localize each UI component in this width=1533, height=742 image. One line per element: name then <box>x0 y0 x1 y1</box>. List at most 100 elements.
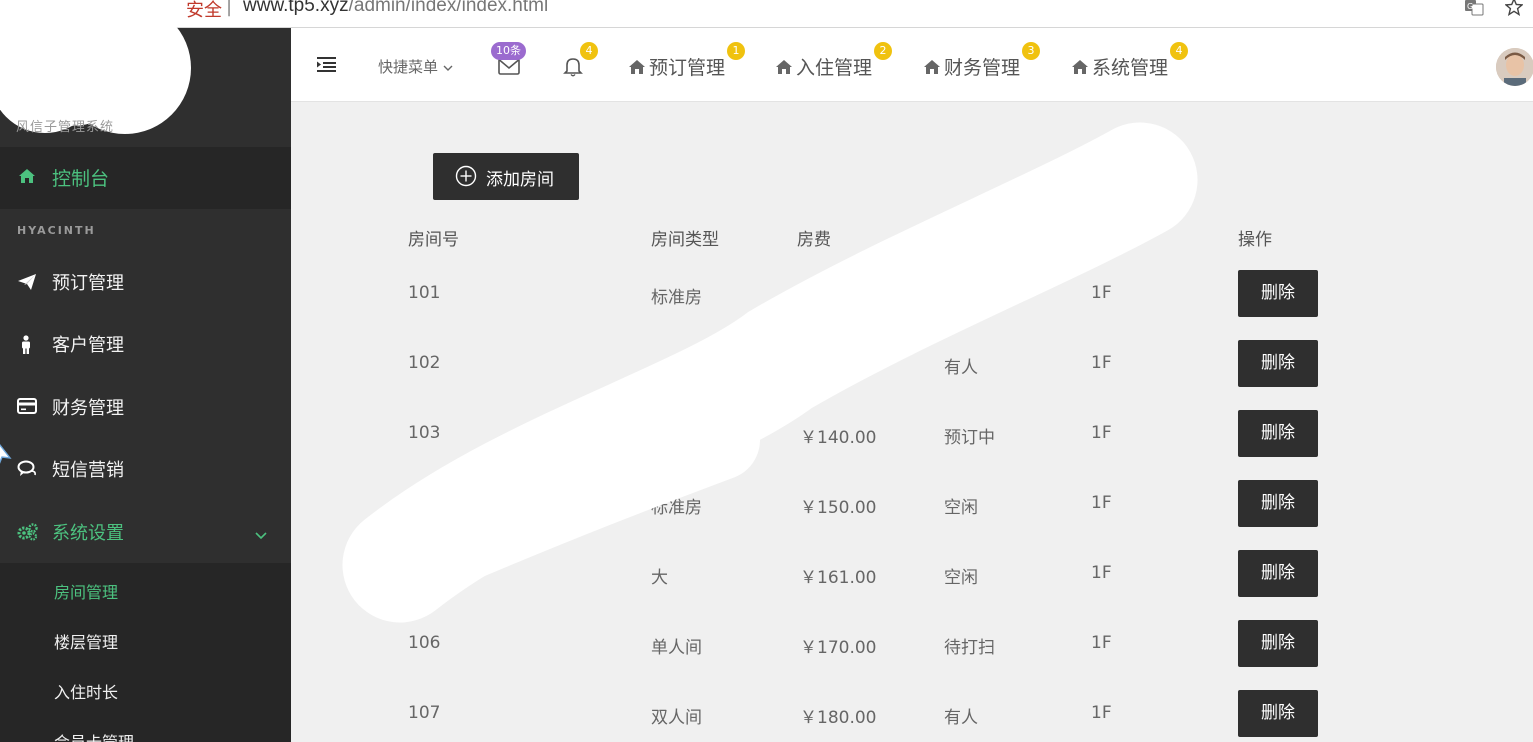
top-link-label: 入住管理 <box>796 57 873 79</box>
cell-floor: 1F <box>1091 283 1112 303</box>
cell-room-number: 102 <box>408 353 441 373</box>
home-icon <box>629 60 645 74</box>
cell-room-type: 标准房 <box>651 498 702 518</box>
sidebar-item-label: 控制台 <box>52 168 110 190</box>
cell-status: 预订中 <box>944 428 995 448</box>
sidebar: 风信子管理系统 控制台 HYACINTH 预订管理 客户管理 财务管理 短信营销 <box>0 8 291 742</box>
cell-price: ￥140.00 <box>800 428 877 448</box>
sidebar-item-dashboard[interactable]: 控制台 <box>0 147 291 209</box>
url-host: www.tp5.xyz <box>243 0 349 16</box>
sidebar-item-finance[interactable]: 财务管理 <box>0 376 291 438</box>
mail-icon[interactable] <box>498 58 520 79</box>
submenu-item-rooms[interactable]: 房间管理 <box>54 579 118 603</box>
gears-icon <box>17 523 39 545</box>
avatar[interactable] <box>1496 48 1533 86</box>
chevron-down-icon <box>255 525 267 544</box>
add-room-label: 添加房间 <box>486 170 554 190</box>
cell-status: 空闲 <box>944 498 978 518</box>
bookmark-star-icon[interactable] <box>1504 0 1524 21</box>
person-icon <box>20 335 32 359</box>
delete-button[interactable]: 删除 <box>1238 690 1318 737</box>
top-link-reservations[interactable]: 预订管理 <box>628 53 725 80</box>
chat-icon <box>17 460 37 481</box>
home-icon <box>776 60 792 74</box>
cell-price: ￥180.00 <box>800 708 877 728</box>
delete-button[interactable]: 删除 <box>1238 410 1318 457</box>
cell-floor: 1F <box>1091 703 1112 723</box>
bell-badge: 4 <box>580 42 598 60</box>
column-header-room-number: 房间号 <box>408 230 459 250</box>
top-link-label: 系统管理 <box>1092 57 1169 79</box>
cell-price: ￥161.00 <box>800 568 877 588</box>
add-circle-icon <box>455 165 477 192</box>
cell-price: ￥150.00 <box>800 498 877 518</box>
delete-button[interactable]: 删除 <box>1238 340 1318 387</box>
home-icon <box>18 168 36 188</box>
quick-menu-dropdown[interactable]: 快捷菜单 <box>378 56 453 77</box>
cell-status: 待打扫 <box>944 638 995 658</box>
top-link-checkin[interactable]: 入住管理 <box>775 53 872 80</box>
menu-toggle-icon[interactable] <box>317 56 337 76</box>
delete-button[interactable]: 删除 <box>1238 550 1318 597</box>
bell-icon[interactable] <box>563 56 583 81</box>
cell-room-number: 106 <box>408 633 441 653</box>
brand-subtitle: 风信子管理系统 <box>16 120 115 135</box>
cell-status: 有人 <box>944 708 978 728</box>
column-header-price: 房费 <box>797 230 831 250</box>
top-link-finance[interactable]: 财务管理 <box>923 53 1020 80</box>
sidebar-item-label: 财务管理 <box>52 398 124 419</box>
cell-floor: 1F <box>1091 493 1112 513</box>
top-link-badge: 3 <box>1022 42 1040 60</box>
cell-room-type: 单人间 <box>651 638 702 658</box>
home-icon <box>924 60 940 74</box>
svg-text:G: G <box>1467 2 1473 11</box>
mouse-cursor-icon <box>0 444 12 464</box>
cell-room-number: 101 <box>408 283 441 303</box>
cell-floor: 1F <box>1091 633 1112 653</box>
cell-status: 空闲 <box>944 568 978 588</box>
submenu-item-floors[interactable]: 楼层管理 <box>54 629 118 653</box>
cell-room-number: 103 <box>408 423 441 443</box>
cell-room-type: 标准房 <box>651 288 702 308</box>
mail-badge: 10条 <box>491 42 526 60</box>
delete-button[interactable]: 删除 <box>1238 270 1318 317</box>
delete-button[interactable]: 删除 <box>1238 480 1318 527</box>
cell-floor: 1F <box>1091 353 1112 373</box>
top-link-badge: 1 <box>727 42 745 60</box>
sidebar-section-title: HYACINTH <box>17 224 96 237</box>
cell-status: 有人 <box>944 358 978 378</box>
column-header-room-type: 房间类型 <box>651 230 719 250</box>
paper-plane-icon <box>17 273 37 295</box>
sidebar-item-label: 客户管理 <box>52 335 124 356</box>
top-link-system[interactable]: 系统管理 <box>1071 53 1168 80</box>
submenu-item-stay-duration[interactable]: 入住时长 <box>54 679 118 703</box>
cell-price: ￥170.00 <box>800 638 877 658</box>
browser-address-bar: 安全 | www.tp5.xyz/admin/index/index.html … <box>0 0 1533 28</box>
sidebar-item-sms-marketing[interactable]: 短信营销 <box>0 438 291 500</box>
delete-button[interactable]: 删除 <box>1238 620 1318 667</box>
url-field[interactable]: www.tp5.xyz/admin/index/index.html <box>243 0 548 17</box>
sidebar-item-system-settings[interactable]: 系统设置 <box>0 501 291 563</box>
chevron-down-icon <box>443 65 453 71</box>
cell-room-number: 107 <box>408 703 441 723</box>
top-link-badge: 4 <box>1170 42 1188 60</box>
cell-floor: 1F <box>1091 423 1112 443</box>
top-link-label: 财务管理 <box>944 57 1021 79</box>
cell-room-type: 双人间 <box>651 708 702 728</box>
sidebar-item-label: 预订管理 <box>52 273 124 294</box>
top-header: 快捷菜单 10条 4 预订管理 1 入住管理 2 财务管理 3 系统管理 4 <box>291 28 1533 102</box>
submenu-item-member-cards[interactable]: 会员卡管理 <box>54 729 134 742</box>
url-path: /admin/index/index.html <box>348 0 549 16</box>
sidebar-item-reservations[interactable]: 预订管理 <box>0 251 291 313</box>
quick-menu-label: 快捷菜单 <box>378 58 439 76</box>
sidebar-item-customers[interactable]: 客户管理 <box>0 313 291 375</box>
add-room-button[interactable]: 添加房间 <box>433 153 579 200</box>
column-header-actions: 操作 <box>1238 230 1272 250</box>
sidebar-submenu: 房间管理 楼层管理 入住时长 会员卡管理 <box>0 563 291 742</box>
top-link-label: 预订管理 <box>649 57 726 79</box>
credit-card-icon <box>17 398 37 418</box>
sidebar-item-label: 系统设置 <box>52 523 124 544</box>
cell-floor: 1F <box>1091 563 1112 583</box>
translate-icon[interactable]: G <box>1464 0 1484 21</box>
cell-room-type: 大 <box>651 568 668 588</box>
